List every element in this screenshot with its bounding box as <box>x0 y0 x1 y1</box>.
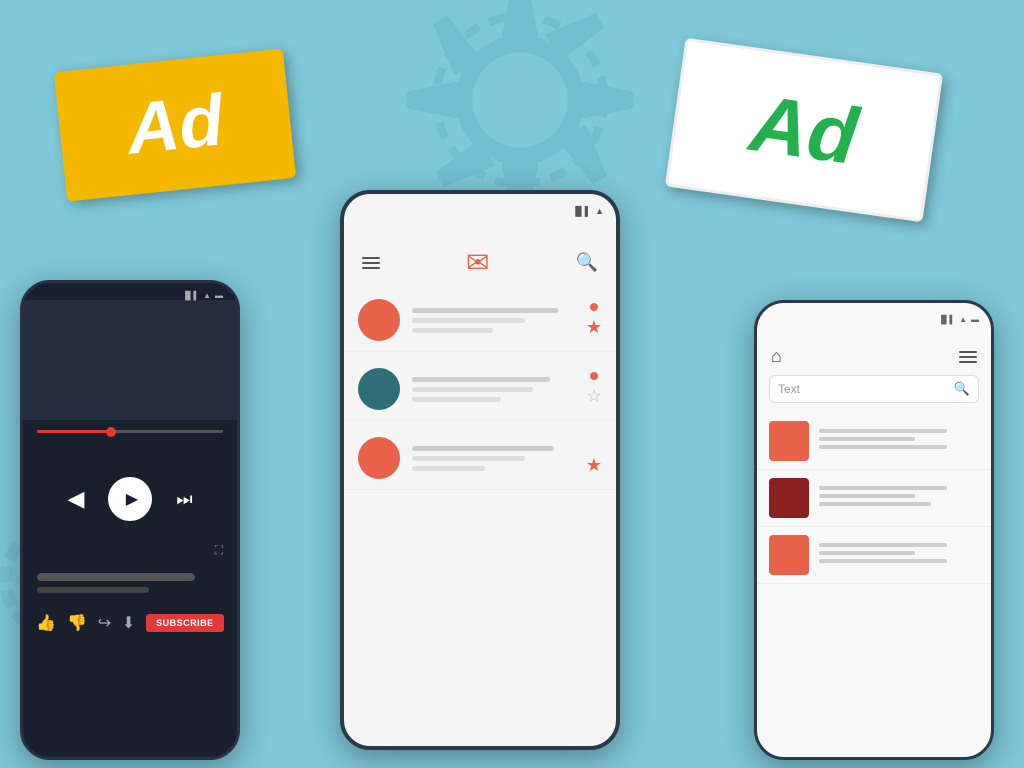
thumbnail-red <box>769 421 809 461</box>
share-button[interactable]: ↪ <box>98 613 111 633</box>
avatar <box>358 368 400 410</box>
phone-center: ▐▌▌ ▲ ✉ 🔍 ★ <box>340 190 620 750</box>
right-item-lines <box>819 429 979 453</box>
wifi-icon: ▲ <box>203 291 211 300</box>
next-button[interactable]: ⏭ <box>176 489 192 510</box>
prev-button[interactable]: ◀ <box>67 486 84 512</box>
ad-text-yellow: Ad <box>123 79 227 171</box>
thumbnail-darkred <box>769 478 809 518</box>
unread-dot <box>590 303 598 311</box>
play-button[interactable]: ▶ <box>108 477 152 521</box>
email-icon-wrap: ✉ <box>380 246 576 279</box>
download-button[interactable]: ⬇ <box>122 613 135 633</box>
subscribe-button[interactable]: SUBSCRIBE <box>146 614 224 632</box>
star-empty-icon[interactable]: ☆ <box>586 386 602 407</box>
right-item-lines <box>819 543 979 567</box>
fullscreen-icon[interactable]: ⛶ <box>23 541 237 559</box>
right-topbar: ⌂ <box>757 326 991 375</box>
list-item-lines <box>412 377 574 402</box>
menu-icon[interactable] <box>362 257 380 269</box>
item-actions: ★ <box>586 303 602 338</box>
wifi-icon-right: ▲ <box>959 315 967 324</box>
search-placeholder: Text <box>778 382 948 396</box>
item-actions: ☆ <box>586 372 602 407</box>
video-progress[interactable] <box>23 430 237 433</box>
video-metadata <box>23 565 237 601</box>
thumbnail-red-2 <box>769 535 809 575</box>
search-icon-right[interactable]: 🔍 <box>954 381 970 397</box>
video-action-bar: 👍 👎 ↪ ⬇ SUBSCRIBE <box>23 601 237 645</box>
list-item[interactable]: ★ <box>344 427 616 490</box>
star-filled-icon-2[interactable]: ★ <box>586 455 602 476</box>
spacer-dot <box>590 441 598 449</box>
unread-dot <box>590 372 598 380</box>
signal-icon-center: ▐▌▌ <box>572 206 591 216</box>
phone-left: ▐▌▌ ▲ ▬ ◀ ▶ ⏭ ⛶ 👍 👎 ↪ ⬇ SUBSCRIBE <box>20 280 240 760</box>
ad-text-green: Ad <box>745 77 863 183</box>
avatar <box>358 437 400 479</box>
search-bar[interactable]: Text 🔍 <box>769 375 979 403</box>
right-notch <box>834 303 914 323</box>
signal-icon: ▐▌▌ <box>182 291 199 300</box>
right-list-item[interactable] <box>757 413 991 470</box>
email-icon: ✉ <box>466 247 489 278</box>
star-filled-icon[interactable]: ★ <box>586 317 602 338</box>
video-controls: ◀ ▶ ⏭ <box>23 447 237 541</box>
center-notch <box>440 194 520 214</box>
right-list-item[interactable] <box>757 527 991 584</box>
search-icon-center[interactable]: 🔍 <box>576 252 598 273</box>
phone-right: ▐▌▌ ▲ ▬ ⌂ Text 🔍 <box>754 300 994 760</box>
battery-icon: ▬ <box>215 291 223 300</box>
ad-banner-yellow: Ad <box>54 48 296 201</box>
battery-icon-right: ▬ <box>971 315 979 324</box>
list-item[interactable]: ★ <box>344 289 616 352</box>
signal-icon-right: ▐▌▌ <box>938 315 955 324</box>
right-item-lines <box>819 486 979 510</box>
list-item[interactable]: ☆ <box>344 358 616 421</box>
home-icon[interactable]: ⌂ <box>771 346 782 367</box>
list-item-lines <box>412 308 574 333</box>
avatar <box>358 299 400 341</box>
dislike-button[interactable]: 👎 <box>67 613 87 633</box>
like-button[interactable]: 👍 <box>36 613 56 633</box>
item-actions: ★ <box>586 441 602 476</box>
list-item-lines <box>412 446 574 471</box>
center-topbar: ✉ 🔍 <box>344 218 616 289</box>
wifi-icon-center: ▲ <box>595 206 604 216</box>
left-status-bar: ▐▌▌ ▲ ▬ <box>23 283 237 300</box>
menu-icon-right[interactable] <box>959 351 977 363</box>
right-list-item[interactable] <box>757 470 991 527</box>
video-thumbnail <box>23 300 237 420</box>
